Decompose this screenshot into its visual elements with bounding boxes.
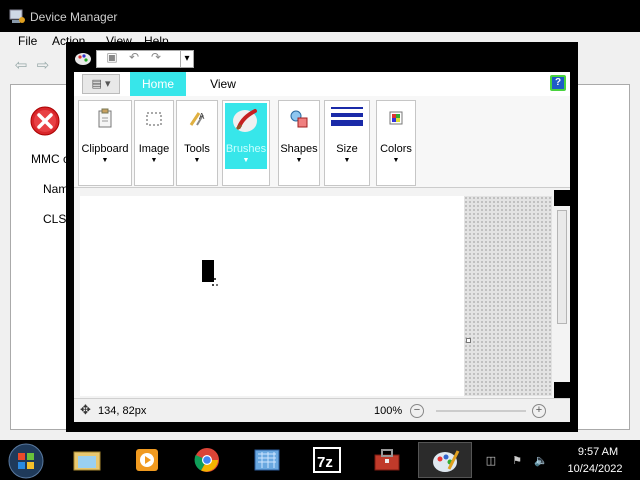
- chevron-down-icon: ▼: [193, 157, 201, 164]
- colors-group[interactable]: Colors ▼: [376, 100, 416, 186]
- chevron-down-icon: ▼: [295, 157, 303, 164]
- quick-access-toolbar: ▣ ↶ ↷ ▾: [74, 48, 204, 68]
- zoom-slider[interactable]: [436, 410, 526, 412]
- network-icon: [254, 449, 280, 471]
- size-group[interactable]: Size ▼: [324, 100, 370, 186]
- svg-text:A: A: [199, 112, 205, 121]
- chevron-down-icon: ▼: [242, 157, 250, 164]
- tools-icon: A: [189, 112, 205, 126]
- drawing-canvas[interactable]: [80, 196, 464, 396]
- image-group[interactable]: Image ▼: [134, 100, 174, 186]
- taskbar: 7z ◫ ⚑ 🔈 9:57 AM 10/24/2022: [0, 440, 640, 480]
- colors-icon: [389, 111, 403, 125]
- canvas-background: [464, 196, 552, 396]
- name-label: Nam: [43, 182, 69, 196]
- ribbon: Clipboard ▼ Image ▼ A Tools ▼ Brushes ▼ …: [74, 96, 570, 188]
- help-icon[interactable]: ?: [550, 75, 566, 91]
- taskbar-toolbox[interactable]: [360, 442, 414, 478]
- colors-label: Colors: [380, 143, 412, 155]
- tools-group[interactable]: A Tools ▼: [176, 100, 218, 186]
- taskbar-media-player[interactable]: [120, 442, 174, 478]
- error-icon: [30, 106, 60, 136]
- chrome-icon: [194, 448, 219, 472]
- brush-icon: [233, 109, 257, 132]
- zoom-in-button[interactable]: +: [532, 404, 546, 418]
- size-icon: [331, 107, 363, 126]
- shapes-icon: [290, 110, 308, 128]
- device-manager-icon: [9, 9, 25, 23]
- scroll-up-button[interactable]: [554, 190, 570, 206]
- scroll-thumb[interactable]: [557, 210, 567, 324]
- network-tray-icon[interactable]: ◫: [484, 454, 498, 468]
- chevron-down-icon: ▼: [150, 157, 158, 164]
- chevron-down-icon: ▼: [343, 157, 351, 164]
- paint-menu-button[interactable]: ▤ ▾: [82, 74, 120, 94]
- chevron-down-icon: ▼: [392, 157, 400, 164]
- shapes-group[interactable]: Shapes ▼: [278, 100, 320, 186]
- clock-date[interactable]: 10/24/2022: [556, 463, 634, 475]
- menu-file[interactable]: File: [18, 34, 37, 48]
- taskbar-network-tool[interactable]: [240, 442, 294, 478]
- device-manager-titlebar[interactable]: Device Manager: [0, 0, 640, 32]
- tab-view[interactable]: View: [198, 72, 248, 96]
- brushes-label: Brushes: [225, 143, 267, 155]
- media-player-icon: [136, 449, 158, 471]
- mmc-label: MMC c: [31, 152, 69, 166]
- drawn-mark: [202, 260, 218, 286]
- ribbon-tabs: ▤ ▾ Home View ?: [74, 72, 570, 96]
- folder-icon: [73, 451, 101, 471]
- taskbar-7zip[interactable]: 7z: [300, 442, 354, 478]
- forward-arrow-icon[interactable]: ⇨: [34, 57, 52, 75]
- clipboard-group[interactable]: Clipboard ▼: [78, 100, 132, 186]
- chevron-down-icon: ▼: [101, 157, 109, 164]
- taskbar-chrome[interactable]: [180, 442, 234, 478]
- paint-app-icon[interactable]: [74, 50, 92, 66]
- paint-icon: [433, 450, 460, 472]
- zoom-level: 100%: [374, 405, 403, 417]
- tools-label: Tools: [184, 143, 210, 155]
- canvas-area: [74, 190, 570, 398]
- tab-home[interactable]: Home: [130, 72, 186, 96]
- status-bar: ✥ 134, 82px 100% − +: [74, 398, 570, 422]
- select-icon: [146, 112, 162, 126]
- taskbar-paint[interactable]: [418, 442, 472, 478]
- paint-window[interactable]: ▣ ↶ ↷ ▾ ▤ ▾ Home View ? Clipboard ▼ Imag…: [66, 42, 578, 432]
- image-label: Image: [138, 143, 170, 155]
- device-manager-title: Device Manager: [30, 10, 118, 24]
- size-label: Size: [336, 143, 358, 155]
- cursor-position: 134, 82px: [98, 405, 147, 417]
- cursor-position-icon: ✥: [80, 402, 91, 417]
- start-button[interactable]: [6, 442, 46, 480]
- clipboard-icon: [98, 108, 112, 128]
- 7zip-icon: 7z: [313, 447, 341, 473]
- back-arrow-icon[interactable]: ⇦: [12, 57, 30, 75]
- system-tray: ◫ ⚑ 🔈 9:57 AM 10/24/2022: [478, 440, 640, 480]
- brushes-group[interactable]: Brushes ▼: [222, 100, 270, 186]
- zoom-out-button[interactable]: −: [410, 404, 424, 418]
- save-icon[interactable]: ▣: [104, 50, 120, 64]
- redo-icon[interactable]: ↷: [148, 50, 164, 64]
- action-center-flag-icon[interactable]: ⚑: [510, 454, 524, 468]
- volume-icon[interactable]: 🔈: [534, 454, 548, 468]
- scroll-down-button[interactable]: [554, 382, 570, 398]
- vertical-scrollbar[interactable]: [554, 190, 570, 398]
- paint-body: ▤ ▾ Home View ? Clipboard ▼ Image ▼ A To…: [74, 72, 570, 422]
- toolbox-icon: [374, 449, 400, 471]
- canvas-resize-handle[interactable]: [466, 338, 471, 343]
- clock-time[interactable]: 9:57 AM: [562, 446, 634, 458]
- clipboard-label: Clipboard: [81, 143, 129, 155]
- taskbar-explorer[interactable]: [60, 442, 114, 478]
- undo-icon[interactable]: ↶: [126, 50, 142, 64]
- svg-text:7z: 7z: [317, 454, 333, 471]
- customize-qat-dropdown-icon[interactable]: ▾: [180, 50, 194, 68]
- shapes-label: Shapes: [280, 143, 318, 155]
